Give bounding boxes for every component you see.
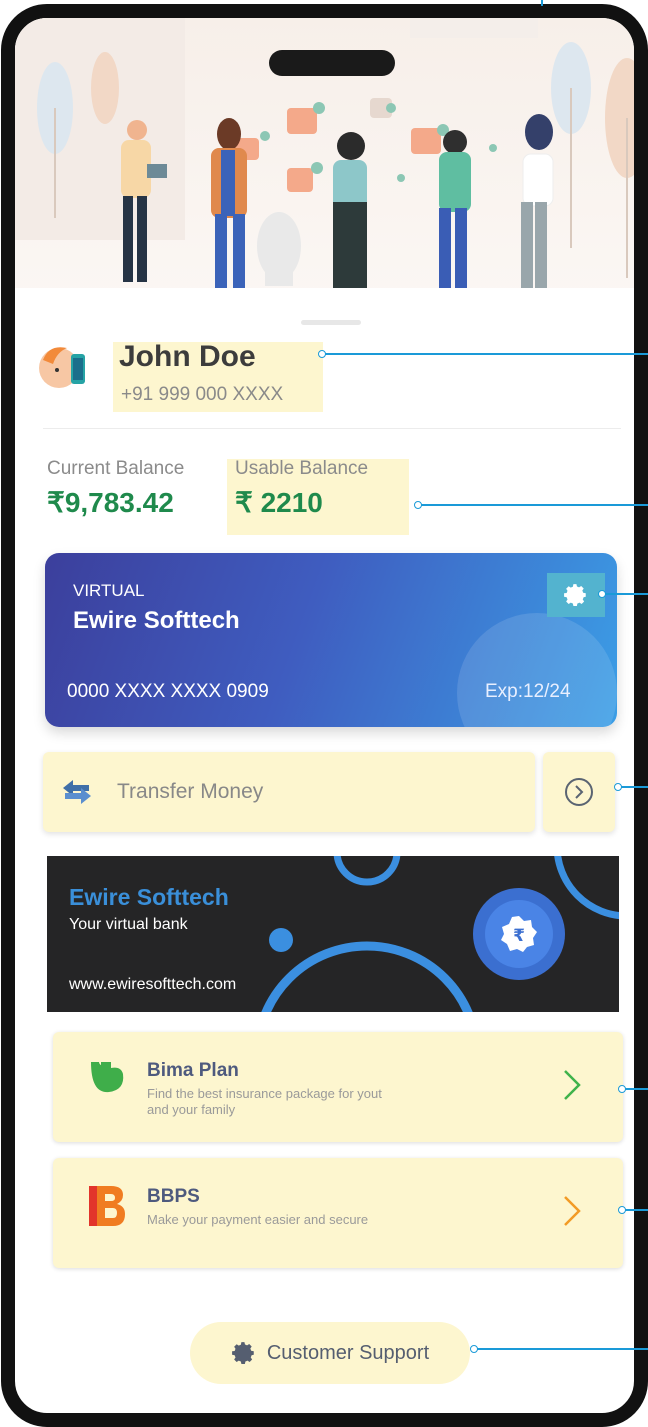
gear-icon <box>564 584 586 607</box>
promo-banner[interactable]: ₹ Ewire Softtech Your virtual bank www.e… <box>47 856 619 1012</box>
card-number: 0000 XXXX XXXX 0909 <box>67 681 269 702</box>
card-decoration <box>457 613 617 727</box>
callout-line <box>414 501 648 509</box>
virtual-card[interactable]: VIRTUAL Ewire Softtech 0000 XXXX XXXX 09… <box>45 553 617 727</box>
bbps-logo-icon <box>89 1186 125 1226</box>
service-bima-plan[interactable]: Bima Plan Find the best insurance packag… <box>53 1032 623 1142</box>
user-name: John Doe <box>119 340 256 373</box>
banner-tagline: Your virtual bank <box>69 916 188 933</box>
card-expiry: Exp:12/24 <box>485 681 571 702</box>
customer-support-label: Customer Support <box>266 1341 430 1364</box>
service-description: Make your payment easier and secure <box>147 1212 369 1227</box>
camera-notch <box>269 50 395 76</box>
chevron-right-icon <box>564 1070 581 1100</box>
sheet-drag-handle[interactable] <box>301 320 361 325</box>
transfer-icon <box>63 780 91 804</box>
callout-line <box>598 590 648 598</box>
card-holder: Ewire Softtech <box>73 607 240 634</box>
service-title: BBPS <box>147 1186 200 1207</box>
callout-line <box>470 1345 648 1353</box>
screen: John Doe +91 999 000 XXXX Current Balanc… <box>0 0 648 1427</box>
callout-line <box>318 350 648 358</box>
service-title: Bima Plan <box>147 1060 239 1081</box>
rupee-badge-icon: ₹ <box>501 916 537 952</box>
usable-balance-label: Usable Balance <box>235 458 369 479</box>
service-description: Find the best insurance package for yout… <box>147 1086 382 1117</box>
card-type: VIRTUAL <box>73 581 145 600</box>
transfer-money-button[interactable]: Transfer Money <box>43 752 535 832</box>
transfer-money-label: Transfer Money <box>117 780 264 803</box>
svg-text:₹: ₹ <box>513 926 525 946</box>
banner-url: www.ewiresofttech.com <box>69 976 237 993</box>
phone-frame: John Doe +91 999 000 XXXX Current Balanc… <box>1 4 648 1427</box>
customer-support-button[interactable]: Customer Support <box>190 1322 470 1384</box>
callout-line <box>618 1085 648 1093</box>
bima-plan-logo-icon <box>91 1062 124 1093</box>
gear-icon <box>231 1342 254 1365</box>
chevron-right-icon <box>564 1196 581 1226</box>
user-phone: +91 999 000 XXXX <box>121 384 284 405</box>
transfer-go-button[interactable] <box>543 752 615 832</box>
hero-floor <box>15 288 634 304</box>
chevron-right-circle-icon <box>565 778 593 806</box>
avatar <box>39 347 85 388</box>
current-balance-value: ₹9,783.42 <box>47 487 174 518</box>
callout-line <box>614 783 648 791</box>
callout-line <box>541 0 543 6</box>
card-settings-button[interactable] <box>547 573 605 617</box>
banner-brand: Ewire Softtech <box>69 884 229 910</box>
current-balance-label: Current Balance <box>47 458 185 479</box>
service-bbps[interactable]: BBPS Make your payment easier and secure <box>53 1158 623 1268</box>
usable-balance-value: ₹ 2210 <box>235 487 323 518</box>
divider <box>43 428 621 429</box>
callout-line <box>618 1206 648 1214</box>
